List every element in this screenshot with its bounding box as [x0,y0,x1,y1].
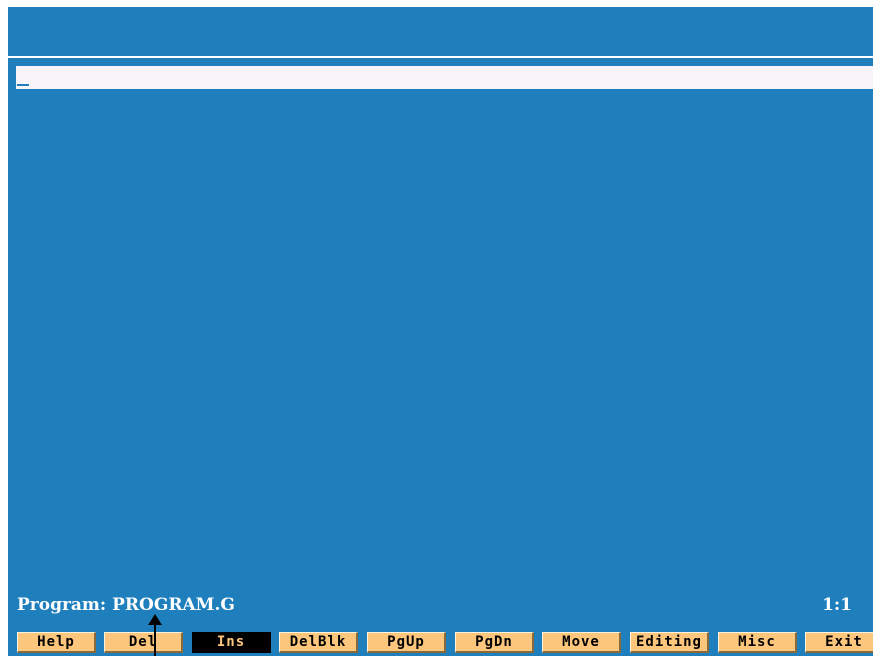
insert-key[interactable]: Ins [192,632,271,653]
editor-screen: Program: PROGRAM.G 1:1 Help Del Ins DelB… [8,7,873,656]
program-status: Program: PROGRAM.G [17,595,235,615]
page-down-key[interactable]: PgDn [455,632,534,653]
editing-key[interactable]: Editing [630,632,709,653]
mouse-pointer-icon [148,614,162,656]
header-divider [8,56,873,58]
edit-line[interactable] [16,66,873,89]
move-key[interactable]: Move [542,632,621,653]
misc-key[interactable]: Misc [718,632,797,653]
program-name: PROGRAM.G [112,595,235,615]
exit-key[interactable]: Exit [805,632,873,653]
delete-key[interactable]: Del [104,632,183,653]
cursor-position: 1:1 [822,595,852,615]
program-label: Program: [17,595,107,615]
function-key-bar: Help Del Ins DelBlk PgUp PgDn Move Editi… [8,626,873,656]
text-cursor [17,84,29,86]
page-up-key[interactable]: PgUp [367,632,446,653]
help-key[interactable]: Help [17,632,96,653]
delete-block-key[interactable]: DelBlk [279,632,358,653]
